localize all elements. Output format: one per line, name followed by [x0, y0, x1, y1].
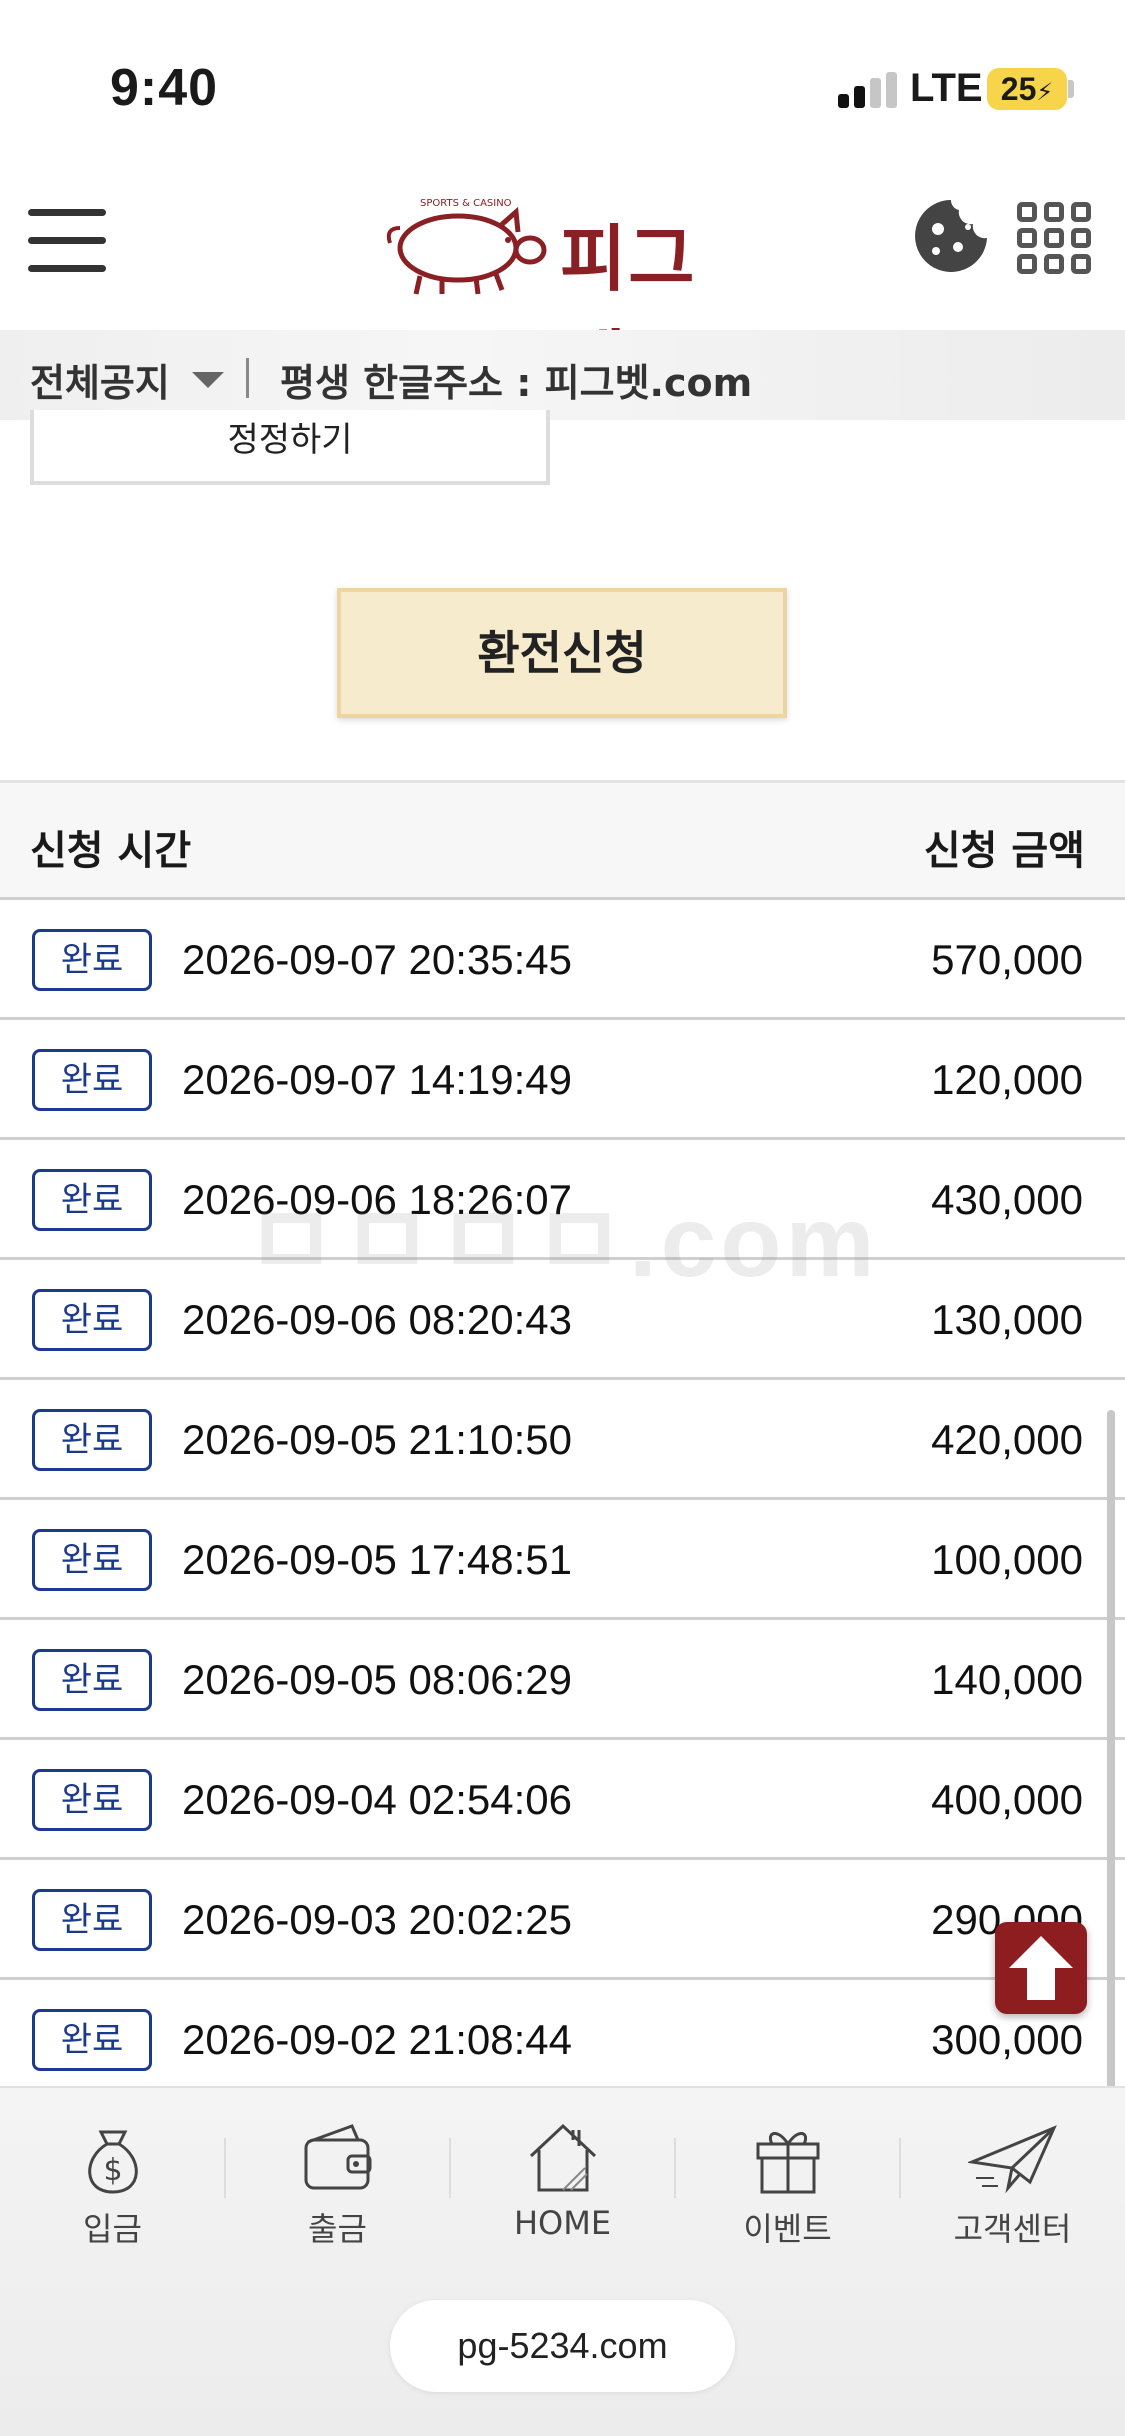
row-amount: 140,000 [931, 1656, 1083, 1703]
notice-category-dropdown[interactable]: 전체공지 [30, 352, 170, 407]
network-type: LTE [910, 66, 983, 110]
status-badge: 완료 [32, 1169, 152, 1231]
table-row: 완료 2026-09-04 02:54:06 400,000 [0, 1740, 1125, 1860]
table-header: 신청 시간 신청 금액 [0, 780, 1125, 900]
scrollbar[interactable] [1107, 1410, 1115, 2170]
status-badge: 완료 [32, 2009, 152, 2071]
status-time: 9:40 [110, 59, 219, 117]
row-datetime: 2026-09-03 20:02:25 [182, 1896, 572, 1943]
row-amount: 120,000 [931, 1056, 1083, 1103]
table-row: 완료 2026-09-05 08:06:29 140,000 [0, 1620, 1125, 1740]
notice-text: 평생 한글주소 : 피그벳.com [280, 361, 753, 405]
grid-menu-icon[interactable] [1017, 202, 1095, 278]
signal-icon [838, 72, 898, 108]
status-badge: 완료 [32, 1529, 152, 1591]
row-datetime: 2026-09-04 02:54:06 [182, 1776, 572, 1823]
row-amount: 300,000 [931, 2016, 1083, 2063]
table-row: 완료 2026-09-05 17:48:51 100,000 [0, 1500, 1125, 1620]
row-amount: 130,000 [931, 1296, 1083, 1343]
row-amount: 420,000 [931, 1416, 1083, 1463]
nav-label-deposit: 입금 [83, 2210, 142, 2248]
table-row: 완료 2026-09-03 20:02:25 290,000 [0, 1860, 1125, 1980]
status-badge: 완료 [32, 929, 152, 991]
status-badge: 완료 [32, 1889, 152, 1951]
table-row: 완료 2026-09-07 14:19:49 120,000 [0, 1020, 1125, 1140]
status-badge: 완료 [32, 1769, 152, 1831]
request-table: 신청 시간 신청 금액 완료 2026-09-07 20:35:45 570,0… [0, 780, 1125, 2100]
exchange-request-button[interactable]: 환전신청 [337, 588, 787, 718]
pig-logo-icon: SPORTS & CASINO [386, 198, 547, 295]
battery-cap [1068, 80, 1074, 98]
arrow-up-icon [1009, 1936, 1073, 2000]
svg-text:$: $ [103, 2153, 122, 2188]
nav-support[interactable]: 고객센터 [900, 2118, 1125, 2248]
battery-icon: 25⚡ [987, 68, 1067, 110]
row-amount: 100,000 [931, 1536, 1083, 1583]
nav-label-event: 이벤트 [743, 2210, 832, 2248]
app-header: SPORTS & CASINO 피그벳 [0, 150, 1125, 406]
row-datetime: 2026-09-05 17:48:51 [182, 1536, 572, 1583]
nav-home[interactable]: HOME [450, 2118, 675, 2248]
status-badge: 완료 [32, 1409, 152, 1471]
browser-url-bar[interactable]: pg-5234.com [390, 2300, 735, 2392]
scroll-to-top-button[interactable] [995, 1922, 1087, 2014]
nav-label-home: HOME [513, 2204, 612, 2242]
row-amount: 570,000 [931, 936, 1083, 983]
watermark: ㅁㅁㅁㅁ.com [245, 1186, 879, 1298]
gift-icon [756, 2132, 819, 2194]
divider [246, 358, 249, 398]
correct-button[interactable]: 정정하기 [30, 410, 550, 485]
logo[interactable]: SPORTS & CASINO 피그벳 [380, 188, 750, 406]
status-badge: 완료 [32, 1649, 152, 1711]
nav-withdraw[interactable]: 출금 [225, 2118, 450, 2248]
nav-label-withdraw: 출금 [308, 2210, 367, 2248]
table-row: 완료 2026-09-02 21:08:44 300,000 [0, 1980, 1125, 2100]
nav-event[interactable]: 이벤트 [675, 2118, 900, 2248]
menu-icon[interactable] [28, 205, 106, 277]
nav-deposit[interactable]: $ 입금 [0, 2118, 225, 2248]
house-icon [529, 2123, 596, 2192]
row-datetime: 2026-09-02 21:08:44 [182, 2016, 572, 2063]
money-bag-icon: $ [87, 2130, 138, 2194]
status-badge: 완료 [32, 1049, 152, 1111]
chevron-down-icon[interactable] [192, 372, 224, 388]
nav-label-support: 고객센터 [953, 2210, 1072, 2248]
paper-plane-icon [967, 2125, 1057, 2194]
row-datetime: 2026-09-07 14:19:49 [182, 1056, 572, 1103]
table-row: 완료 2026-09-05 21:10:50 420,000 [0, 1380, 1125, 1500]
logo-tagline: SPORTS & CASINO [420, 198, 512, 209]
row-datetime: 2026-09-05 21:10:50 [182, 1416, 572, 1463]
column-header-time: 신청 시간 [30, 828, 192, 874]
cookie-icon[interactable] [912, 197, 990, 275]
battery-level: 25 [1000, 71, 1037, 107]
table-row: 완료 2026-09-07 20:35:45 570,000 [0, 900, 1125, 1020]
row-datetime: 2026-09-05 08:06:29 [182, 1656, 572, 1703]
status-bar: 9:40 LTE 25⚡ [0, 0, 1125, 150]
row-amount: 400,000 [931, 1776, 1083, 1823]
column-header-amount: 신청 금액 [923, 828, 1085, 874]
row-amount: 430,000 [931, 1176, 1083, 1223]
wallet-icon [304, 2124, 371, 2190]
status-badge: 완료 [32, 1289, 152, 1351]
notice-bar: 전체공지 평생 한글주소 : 피그벳.com [0, 330, 1125, 420]
row-datetime: 2026-09-07 20:35:45 [182, 936, 572, 983]
